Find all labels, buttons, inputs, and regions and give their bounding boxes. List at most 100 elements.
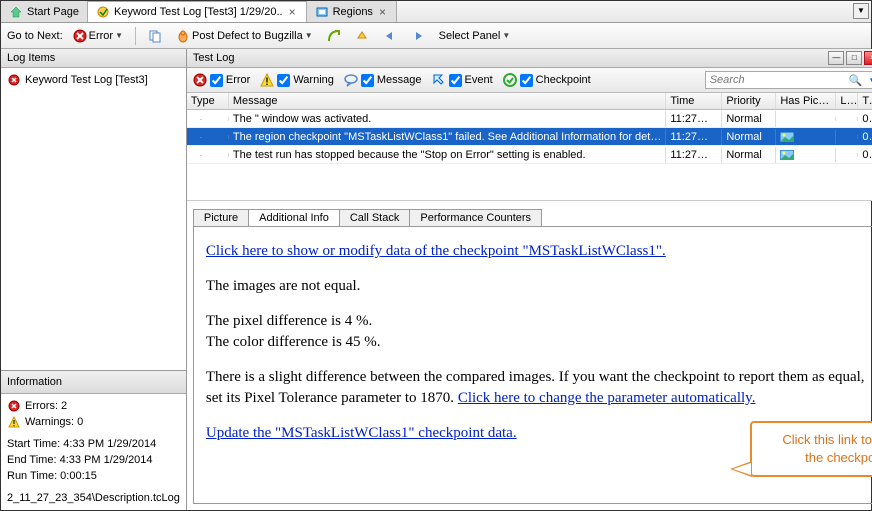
tab-call-stack[interactable]: Call Stack	[339, 209, 411, 226]
log-icon	[96, 5, 110, 19]
cell-ti: 0…	[858, 111, 872, 127]
filter-error-checkbox[interactable]	[210, 74, 223, 87]
caret-down-icon: ▼	[305, 31, 313, 40]
tab-regions[interactable]: Regions ×	[307, 1, 397, 22]
log-path: 2_11_27_23_354\Description.tcLog	[7, 490, 180, 506]
information-header: Information	[1, 371, 186, 394]
go-to-error-button[interactable]: Error ▼	[69, 28, 127, 44]
jump-button[interactable]	[323, 28, 345, 44]
checkpoint-icon	[503, 73, 517, 87]
forward-arrow-icon	[411, 29, 425, 43]
col-time[interactable]: Time	[666, 93, 722, 109]
cell-message: The region checkpoint "MSTaskListWClass1…	[229, 129, 666, 145]
grid-row[interactable]: The " window was activated.11:27…Normal 0…	[187, 110, 872, 128]
cell-message: The " window was activated.	[229, 111, 666, 127]
col-type[interactable]: Type	[187, 93, 229, 109]
cell-haspic	[776, 148, 836, 162]
cell-ti: 0…	[858, 147, 872, 163]
detail-tabs: Picture Additional Info Call Stack Perfo…	[187, 201, 872, 226]
log-grid: Type Message Time Priority Has Pict… L… …	[187, 93, 872, 201]
callout-text: Click this link to update	[762, 431, 872, 449]
col-message[interactable]: Message	[229, 93, 666, 109]
back-arrow-icon	[383, 29, 397, 43]
end-time: End Time: 4:33 PM 1/29/2014	[7, 452, 180, 468]
maximize-button[interactable]: □	[846, 51, 862, 65]
copy-button[interactable]	[144, 28, 166, 44]
search-icon[interactable]: 🔍	[846, 74, 866, 87]
warning-icon	[260, 73, 274, 87]
detail-text: The images are not equal.	[206, 276, 867, 297]
cell-l	[836, 135, 858, 139]
tab-start-page[interactable]: Start Page	[1, 1, 88, 22]
cell-haspic	[776, 117, 836, 121]
tabs-dropdown-button[interactable]: ▼	[853, 3, 869, 19]
cell-time: 11:27…	[666, 111, 722, 127]
filter-warning-checkbox[interactable]	[277, 74, 290, 87]
additional-info-body: Click here to show or modify data of the…	[193, 226, 872, 504]
detail-text: The color difference is 45 %.	[206, 332, 867, 353]
go-to-next-label: Go to Next:	[7, 30, 63, 42]
up-arrow-icon	[355, 29, 369, 43]
cell-time: 11:27…	[666, 147, 722, 163]
cell-ti: 0…	[858, 129, 872, 145]
filter-bar: Error Warning Message Event Checkpoint	[187, 68, 872, 93]
filter-message[interactable]: Message	[344, 73, 422, 87]
col-haspic[interactable]: Has Pict…	[776, 93, 836, 109]
tab-label: Start Page	[27, 6, 79, 18]
filter-event[interactable]: Event	[432, 73, 493, 87]
cell-message: The test run has stopped because the "St…	[229, 147, 666, 163]
error-icon	[7, 399, 21, 413]
callout-text: the checkpoint.	[762, 449, 872, 467]
cell-l	[836, 117, 858, 121]
tab-performance[interactable]: Performance Counters	[409, 209, 542, 226]
warning-icon	[7, 415, 21, 429]
error-icon	[193, 73, 207, 87]
grid-row[interactable]: The test run has stopped because the "St…	[187, 146, 872, 164]
filter-warning[interactable]: Warning	[260, 73, 334, 87]
select-panel-button[interactable]: Select Panel ▼	[435, 29, 515, 43]
show-modify-link[interactable]: Click here to show or modify data of the…	[206, 243, 666, 259]
close-icon[interactable]: ×	[377, 5, 388, 19]
editor-tabs-bar: Start Page Keyword Test Log [Test3] 1/29…	[1, 1, 871, 23]
filter-error[interactable]: Error	[193, 73, 250, 87]
cell-priority: Normal	[722, 111, 776, 127]
log-items-tree[interactable]: Keyword Test Log [Test3]	[1, 68, 186, 370]
filter-message-checkbox[interactable]	[361, 74, 374, 87]
col-l[interactable]: L…	[836, 93, 858, 109]
forward-button[interactable]	[407, 28, 429, 44]
grid-row[interactable]: The region checkpoint "MSTaskListWClass1…	[187, 128, 872, 146]
filter-checkpoint[interactable]: Checkpoint	[503, 73, 591, 87]
detail-text: The pixel difference is 4 %.	[206, 311, 867, 332]
back-button[interactable]	[379, 28, 401, 44]
caret-down-icon: ▼	[502, 31, 510, 40]
close-button[interactable]: ×	[864, 51, 872, 65]
change-param-link[interactable]: Click here to change the parameter autom…	[458, 390, 756, 406]
up-button[interactable]	[351, 28, 373, 44]
regions-icon	[315, 5, 329, 19]
filter-checkpoint-checkbox[interactable]	[520, 74, 533, 87]
post-defect-button[interactable]: Post Defect to Bugzilla ▼	[172, 28, 317, 44]
cell-haspic	[776, 130, 836, 144]
minimize-button[interactable]: —	[828, 51, 844, 65]
home-icon	[9, 5, 23, 19]
search-box[interactable]: 🔍 ▼	[705, 71, 872, 89]
cell-priority: Normal	[722, 147, 776, 163]
error-icon	[7, 73, 21, 87]
filter-event-checkbox[interactable]	[449, 74, 462, 87]
tab-picture[interactable]: Picture	[193, 209, 249, 226]
search-dropdown-icon[interactable]: ▼	[865, 76, 872, 85]
search-input[interactable]	[706, 73, 846, 87]
col-priority[interactable]: Priority	[722, 93, 776, 109]
update-checkpoint-link[interactable]: Update the "MSTaskListWClass1" checkpoin…	[206, 425, 517, 441]
tab-keyword-log[interactable]: Keyword Test Log [Test3] 1/29/20.. ×	[88, 1, 307, 22]
toolbar: Go to Next: Error ▼ Post Defect to Bugzi…	[1, 23, 871, 49]
caret-down-icon: ▼	[115, 31, 123, 40]
message-icon	[344, 73, 358, 87]
run-time: Run Time: 0:00:15	[7, 468, 180, 484]
bug-icon	[176, 29, 190, 43]
tree-root-item[interactable]: Keyword Test Log [Test3]	[7, 72, 180, 88]
tab-additional-info[interactable]: Additional Info	[248, 209, 340, 226]
col-ti[interactable]: Ti…	[858, 93, 872, 109]
cell-l	[836, 153, 858, 157]
close-icon[interactable]: ×	[287, 5, 298, 19]
